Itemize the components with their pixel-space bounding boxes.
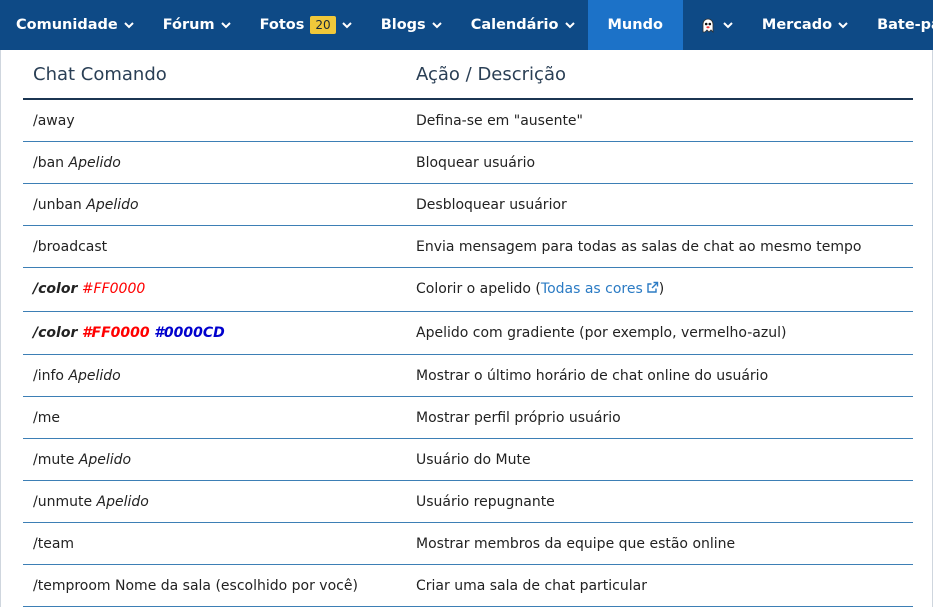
command-name: /unban <box>33 196 82 213</box>
chevron-down-icon <box>124 21 134 29</box>
chevron-down-icon <box>431 21 442 29</box>
table-row: /unban Apelido Desbloquear usuárior <box>23 184 913 226</box>
command-argument: Apelido <box>68 154 121 171</box>
description-cell: Apelido com gradiente (por exemplo, verm… <box>416 324 787 341</box>
command-cell: /unmute Apelido <box>23 494 416 510</box>
nav-comunidade-label: Comunidade <box>16 17 118 33</box>
nav-mercado[interactable]: Mercado <box>746 0 861 50</box>
command-name: /mute <box>33 451 75 468</box>
header-description: Ação / Descrição <box>416 63 566 85</box>
nav-forum[interactable]: Fórum <box>147 0 244 50</box>
table-row: /me Mostrar perfil próprio usuário <box>23 397 913 439</box>
command-cell: /me <box>23 410 416 426</box>
nav-blogs-label: Blogs <box>380 17 426 33</box>
command-cell: /color #FF0000 #0000CD <box>23 325 416 341</box>
nav-fotos-label: Fotos <box>259 17 305 33</box>
all-colors-link-label: Todas as cores <box>540 280 643 297</box>
command-argument: Apelido <box>86 196 139 213</box>
table-row: /broadcast Envia mensagem para todas as … <box>23 226 913 268</box>
description-cell: Envia mensagem para todas as salas de ch… <box>416 238 862 255</box>
color-argument-red: #FF0000 <box>81 281 146 298</box>
table-row: /ban Apelido Bloquear usuário <box>23 142 913 184</box>
nav-calendario[interactable]: Calendário <box>455 0 588 50</box>
command-argument: Nome da sala (escolhido por você) <box>115 577 358 594</box>
table-row: /color #FF0000 #0000CD Apelido com gradi… <box>23 312 913 355</box>
command-argument: Apelido <box>96 493 149 510</box>
external-link-icon <box>646 281 659 298</box>
top-navigation: Comunidade Fórum Fotos 20 Blogs Calendár… <box>0 0 933 50</box>
command-name: /away <box>33 112 75 129</box>
command-name: /unmute <box>33 493 93 510</box>
chat-commands-table: Chat Comando Ação / Descrição /away Defi… <box>23 50 913 607</box>
chevron-down-icon <box>838 21 848 29</box>
description-cell: Mostrar perfil próprio usuário <box>416 409 621 426</box>
color-argument-red: #FF0000 <box>81 324 150 341</box>
all-colors-link[interactable]: Todas as cores <box>541 281 659 297</box>
description-suffix: ) <box>658 280 665 297</box>
table-row: /temproom Nome da sala (escolhido por vo… <box>23 565 913 607</box>
nav-bate-papo[interactable]: Bate-papo <box>861 0 933 50</box>
table-row: /mute Apelido Usuário do Mute <box>23 439 913 481</box>
command-cell: /unban Apelido <box>23 197 416 213</box>
command-cell: /info Apelido <box>23 368 416 384</box>
ghost-icon <box>699 16 717 34</box>
nav-blogs[interactable]: Blogs <box>365 0 455 50</box>
command-argument: Apelido <box>68 367 121 384</box>
chevron-down-icon <box>220 21 231 29</box>
command-name: /info <box>33 367 64 384</box>
description-cell: Desbloquear usuárior <box>416 196 567 213</box>
description-cell: Mostrar o último horário de chat online … <box>416 367 769 384</box>
command-name: /color <box>33 324 78 341</box>
table-row: /team Mostrar membros da equipe que estã… <box>23 523 913 565</box>
command-name: /temproom <box>33 577 111 594</box>
chevron-down-icon <box>341 21 352 29</box>
command-name: /color <box>33 281 78 298</box>
description-cell: Defina-se em "ausente" <box>416 112 583 129</box>
command-cell: /broadcast <box>23 239 416 255</box>
description-cell: Mostrar membros da equipe que estão onli… <box>416 535 736 552</box>
nav-ghost-menu[interactable] <box>683 0 746 50</box>
command-name: /broadcast <box>33 238 108 255</box>
table-header: Chat Comando Ação / Descrição <box>23 50 913 100</box>
nav-mundo[interactable]: Mundo <box>587 0 683 50</box>
nav-fotos[interactable]: Fotos 20 <box>244 0 365 50</box>
chevron-down-icon <box>723 21 733 29</box>
command-cell: /color #FF0000 <box>23 281 416 297</box>
table-row: /info Apelido Mostrar o último horário d… <box>23 355 913 397</box>
fotos-count-badge: 20 <box>310 16 336 34</box>
description-prefix: Colorir o apelido ( <box>416 280 541 297</box>
description-cell: Criar uma sala de chat particular <box>416 577 647 594</box>
nav-bate-papo-label: Bate-papo <box>877 17 933 33</box>
command-cell: /temproom Nome da sala (escolhido por vo… <box>23 578 416 594</box>
nav-comunidade[interactable]: Comunidade <box>0 0 147 50</box>
command-cell: /team <box>23 536 416 552</box>
description-cell: Colorir o apelido (Todas as cores) <box>416 281 913 298</box>
color-argument-blue: #0000CD <box>154 324 225 341</box>
command-cell: /ban Apelido <box>23 155 416 171</box>
content-panel: Chat Comando Ação / Descrição /away Defi… <box>0 50 933 607</box>
nav-forum-label: Fórum <box>162 17 215 33</box>
command-argument: Apelido <box>78 451 132 468</box>
nav-mundo-label: Mundo <box>607 17 663 33</box>
command-name: /team <box>33 535 75 552</box>
description-cell: Usuário do Mute <box>416 451 531 468</box>
command-name: /ban <box>33 154 65 171</box>
nav-mercado-label: Mercado <box>761 17 833 33</box>
description-cell: Bloquear usuário <box>416 154 536 171</box>
command-cell: /away <box>23 113 416 129</box>
command-name: /me <box>33 409 60 426</box>
command-cell: /mute Apelido <box>23 452 416 468</box>
table-row: /color #FF0000 Colorir o apelido (Todas … <box>23 268 913 312</box>
description-cell: Usuário repugnante <box>416 493 555 510</box>
chevron-down-icon <box>564 21 575 29</box>
header-command: Chat Comando <box>33 63 167 85</box>
table-row: /unmute Apelido Usuário repugnante <box>23 481 913 523</box>
table-row: /away Defina-se em "ausente" <box>23 100 913 142</box>
nav-calendario-label: Calendário <box>470 17 559 33</box>
